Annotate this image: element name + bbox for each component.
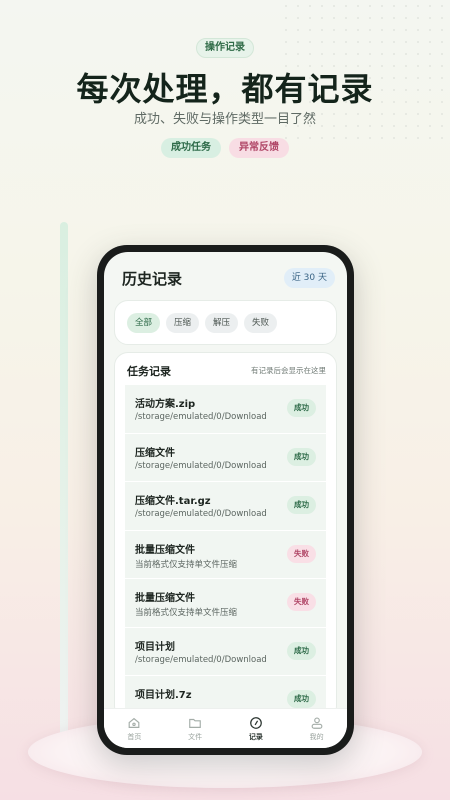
task-name: 压缩文件.tar.gz xyxy=(135,496,211,507)
promo-subline: 成功、失败与操作类型一目了然 xyxy=(133,112,316,127)
task-name: 批量压缩文件 xyxy=(135,593,195,604)
list-item[interactable]: 批量压缩文件 当前格式仅支持单文件压缩 失败 xyxy=(125,530,326,579)
app-header: 历史记录 近 30 天 xyxy=(116,268,335,290)
phone-frame: 历史记录 近 30 天 全部 压缩 解压 失败 任务记录 有记录后会显示在这里 … xyxy=(97,245,354,755)
tab-records[interactable]: 记录 xyxy=(226,709,287,748)
task-name: 项目计划 xyxy=(135,641,175,653)
status-badge: 失败 xyxy=(287,593,316,611)
tab-label: 首页 xyxy=(127,732,142,741)
history-icon xyxy=(250,716,262,729)
tag-success: 成功任务 xyxy=(161,138,221,158)
task-path: 当前格式仅支持单文件压缩 xyxy=(135,608,238,618)
tab-label: 我的 xyxy=(309,732,324,741)
task-name: 批量压缩文件 xyxy=(135,544,195,556)
task-name: 活动方案.zip xyxy=(135,399,196,410)
task-records-title: 任务记录 xyxy=(127,365,171,378)
task-path: /storage/emulated/0/Download xyxy=(135,654,267,665)
status-badge: 成功 xyxy=(287,447,316,466)
status-badge: 成功 xyxy=(287,496,316,514)
status-badge: 成功 xyxy=(287,641,316,660)
filter-extract[interactable]: 解压 xyxy=(205,312,239,333)
filter-all[interactable]: 全部 xyxy=(127,312,161,333)
filter-failed[interactable]: 失败 xyxy=(244,312,278,333)
list-item[interactable]: 项目计划 /storage/emulated/0/Download 成功 xyxy=(125,627,326,676)
tab-home[interactable]: 首页 xyxy=(104,709,165,748)
date-range-button[interactable]: 近 30 天 xyxy=(283,268,335,288)
tab-profile[interactable]: 我的 xyxy=(286,709,347,748)
tab-label: 文件 xyxy=(188,732,203,741)
list-item[interactable]: 活动方案.zip /storage/emulated/0/Download 成功 xyxy=(125,385,326,434)
task-path: /storage/emulated/0/Download xyxy=(135,509,267,519)
task-records-header: 任务记录 有记录后会显示在这里 xyxy=(127,363,326,379)
tab-files[interactable]: 文件 xyxy=(165,709,226,748)
list-item[interactable]: 压缩文件 /storage/emulated/0/Download 成功 xyxy=(125,433,326,482)
list-item[interactable]: 压缩文件.tar.gz /storage/emulated/0/Download… xyxy=(125,482,326,531)
task-path: /storage/emulated/0/Download xyxy=(135,412,267,422)
user-icon xyxy=(311,717,323,729)
task-path: 当前格式仅支持单文件压缩 xyxy=(135,559,238,570)
task-name: 压缩文件 xyxy=(135,447,175,459)
status-badge: 成功 xyxy=(287,690,316,708)
filter-bar: 全部 压缩 解压 失败 xyxy=(114,300,337,345)
phone-screen: 历史记录 近 30 天 全部 压缩 解压 失败 任务记录 有记录后会显示在这里 … xyxy=(104,252,347,748)
page-title: 历史记录 xyxy=(122,270,183,288)
list-item[interactable]: 批量压缩文件 当前格式仅支持单文件压缩 失败 xyxy=(125,579,326,628)
bottom-tab-bar: 首页 文件 记录 我的 xyxy=(104,708,347,748)
promo-tags: 成功任务 异常反馈 xyxy=(0,138,450,158)
task-records-hint: 有记录后会显示在这里 xyxy=(251,366,326,375)
status-badge: 失败 xyxy=(287,544,316,563)
task-path: /storage/emulated/0/Download xyxy=(135,460,267,471)
task-records-card: 任务记录 有记录后会显示在这里 活动方案.zip /storage/emulat… xyxy=(114,352,337,720)
filter-compress[interactable]: 压缩 xyxy=(166,312,200,333)
task-name: 项目计划.7z xyxy=(135,690,192,701)
decorative-side-bar xyxy=(60,222,68,742)
status-badge: 成功 xyxy=(287,399,316,417)
task-list: 活动方案.zip /storage/emulated/0/Download 成功… xyxy=(125,385,326,719)
tag-error: 异常反馈 xyxy=(229,138,289,158)
promo-headline: 每次处理，都有记录 xyxy=(76,70,374,108)
folder-icon xyxy=(189,718,201,728)
tab-label: 记录 xyxy=(248,732,263,741)
promo-chip: 操作记录 xyxy=(196,38,254,58)
home-icon xyxy=(128,717,140,728)
